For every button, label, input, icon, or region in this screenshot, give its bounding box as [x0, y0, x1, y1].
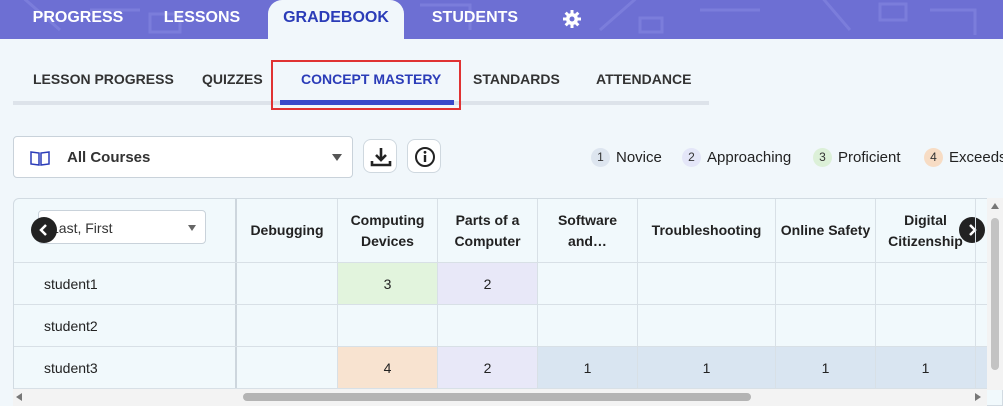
table-cell[interactable]: 4	[338, 347, 438, 388]
table-cell[interactable]	[237, 263, 338, 304]
scroll-left-arrow[interactable]	[16, 393, 22, 401]
legend-novice: 1 Novice	[591, 148, 662, 167]
gear-icon[interactable]	[562, 9, 582, 29]
download-icon	[370, 148, 392, 167]
tab-students[interactable]: STUDENTS	[416, 0, 534, 39]
download-button[interactable]	[363, 139, 397, 173]
column-header-parts-of-a-computer[interactable]: Parts of a Computer	[438, 199, 538, 262]
scroll-left-button[interactable]	[31, 217, 57, 243]
table-cell[interactable]	[876, 305, 976, 346]
subtab-standards[interactable]: STANDARDS	[473, 71, 560, 87]
legend-badge: 3	[813, 148, 832, 167]
column-header-software[interactable]: Software and…	[538, 199, 638, 262]
chevron-down-icon	[332, 154, 342, 161]
column-header-computing-devices[interactable]: Computing Devices	[338, 199, 438, 262]
table-row-student3-name[interactable]: student3	[44, 360, 98, 376]
table-cell[interactable]	[776, 263, 876, 304]
table-cell[interactable]	[776, 305, 876, 346]
mastery-table: Last, First Debugging Computing Devices …	[13, 198, 1003, 406]
legend-label: Exceeds	[949, 149, 1003, 166]
table-cell[interactable]: 2	[438, 347, 538, 388]
tab-gradebook[interactable]: GRADEBOOK	[268, 0, 404, 39]
table-cell[interactable]: 3	[338, 263, 438, 304]
info-icon	[415, 147, 435, 167]
scroll-right-arrow[interactable]	[975, 393, 981, 401]
table-row-student1-name[interactable]: student1	[44, 276, 98, 292]
table-cell[interactable]: 1	[638, 347, 776, 388]
chevron-left-icon	[39, 224, 47, 236]
legend-badge: 2	[682, 148, 701, 167]
highlight-box	[271, 60, 461, 110]
book-icon	[30, 151, 50, 166]
table-cell[interactable]	[638, 305, 776, 346]
table-cell[interactable]: 1	[876, 347, 976, 388]
top-nav: PROGRESS LESSONS GRADEBOOK STUDENTS	[0, 0, 1003, 39]
horizontal-scrollbar[interactable]	[13, 389, 987, 406]
subtab-lesson-progress[interactable]: LESSON PROGRESS	[33, 71, 174, 87]
legend-label: Novice	[616, 149, 662, 166]
legend-badge: 1	[591, 148, 610, 167]
legend-label: Proficient	[838, 149, 901, 166]
subtab-quizzes[interactable]: QUIZZES	[202, 71, 263, 87]
vertical-scroll-thumb[interactable]	[991, 218, 999, 370]
table-cell[interactable]	[338, 305, 438, 346]
column-header-troubleshooting[interactable]: Troubleshooting	[638, 199, 776, 262]
column-header-debugging[interactable]: Debugging	[237, 199, 338, 262]
name-sort-select[interactable]: Last, First	[38, 210, 206, 244]
table-cell[interactable]	[538, 263, 638, 304]
table-cell[interactable]: 2	[438, 263, 538, 304]
table-cell[interactable]	[237, 305, 338, 346]
table-cell[interactable]: 1	[538, 347, 638, 388]
course-select-value: All Courses	[67, 149, 151, 166]
table-cell[interactable]: 1	[776, 347, 876, 388]
chevron-down-icon	[188, 225, 196, 231]
table-cell[interactable]	[638, 263, 776, 304]
horizontal-scroll-thumb[interactable]	[243, 393, 751, 401]
name-sort-value: Last, First	[51, 220, 113, 236]
course-select[interactable]: All Courses	[13, 136, 353, 178]
tab-lessons[interactable]: LESSONS	[148, 0, 256, 39]
table-cell[interactable]	[876, 263, 976, 304]
legend-exceeds: 4 Exceeds	[924, 148, 1003, 167]
legend-badge: 4	[924, 148, 943, 167]
column-header-digital-citizenship[interactable]: Digital Citizenship	[876, 199, 976, 262]
table-cell[interactable]	[538, 305, 638, 346]
legend-approaching: 2 Approaching	[682, 148, 791, 167]
legend-label: Approaching	[707, 149, 792, 166]
info-button[interactable]	[407, 139, 441, 173]
vertical-scrollbar[interactable]	[987, 198, 1003, 390]
legend-proficient: 3 Proficient	[813, 148, 901, 167]
table-cell[interactable]	[237, 347, 338, 388]
table-row-student2-name[interactable]: student2	[44, 318, 98, 334]
scroll-up-arrow[interactable]	[991, 203, 999, 209]
table-cell[interactable]	[438, 305, 538, 346]
column-header-online-safety[interactable]: Online Safety	[776, 199, 876, 262]
subtab-attendance[interactable]: ATTENDANCE	[596, 71, 691, 87]
tab-progress[interactable]: PROGRESS	[20, 0, 136, 39]
